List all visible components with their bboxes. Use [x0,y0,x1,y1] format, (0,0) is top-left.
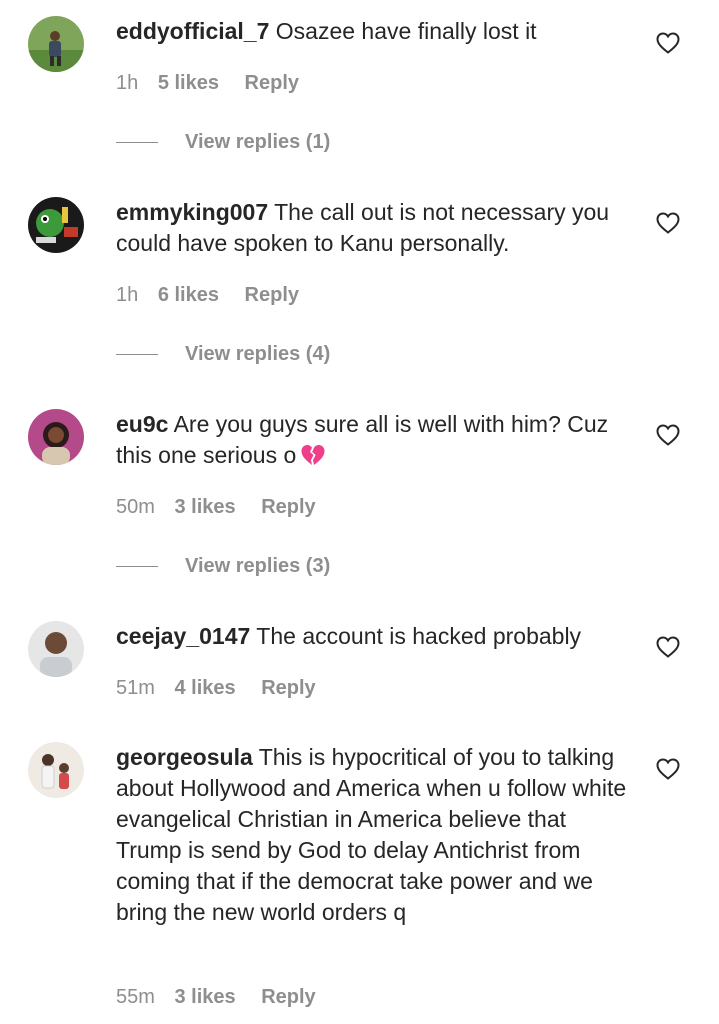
timestamp: 51m [116,677,155,699]
likes-count[interactable]: 3 likes [174,496,235,518]
likes-count[interactable]: 4 likes [174,677,235,699]
reply-button[interactable]: Reply [261,677,315,699]
likes-count[interactable]: 5 likes [158,72,219,94]
comment-meta: 50m 3 likes Reply [116,496,316,519]
reply-button[interactable]: Reply [245,284,299,306]
avatar[interactable] [28,197,84,253]
avatar-photo-icon [28,409,84,465]
timestamp: 55m [116,986,155,1008]
timestamp: 1h [116,284,139,306]
username[interactable]: ceejay_0147 [116,623,250,649]
reply-button[interactable]: Reply [261,986,315,1008]
username[interactable]: eu9c [116,411,168,437]
view-replies-label: View replies (3) [185,555,331,577]
heart-icon[interactable] [656,758,680,780]
avatar-photo-icon [28,197,84,253]
comment-text: emmyking007 The call out is not necessar… [116,197,636,259]
comment-body: Are you guys sure all is well with him? … [116,411,609,468]
avatar[interactable] [28,16,84,72]
avatar-photo-icon [28,16,84,72]
divider [116,566,158,568]
timestamp: 50m [116,496,155,518]
heart-icon[interactable] [656,636,680,658]
comment-meta: 51m 4 likes Reply [116,677,316,700]
avatar[interactable] [28,621,84,677]
heart-icon[interactable] [656,212,680,234]
broken-heart-icon [300,443,326,475]
view-replies-label: View replies (1) [185,131,331,153]
view-replies-label: View replies (4) [185,343,331,365]
comment-text: eddyofficial_7 Osazee have finally lost … [116,16,636,47]
comment-body: This is hypocritical of you to talking a… [116,744,627,925]
avatar[interactable] [28,409,84,465]
timestamp: 1h [116,72,139,94]
comment-meta: 1h 6 likes Reply [116,284,299,307]
view-replies-button[interactable]: View replies (4) [116,343,330,366]
view-replies-button[interactable]: View replies (3) [116,555,330,578]
comment-meta: 1h 5 likes Reply [116,72,299,95]
reply-button[interactable]: Reply [245,72,299,94]
comment-text: eu9c Are you guys sure all is well with … [116,409,636,475]
view-replies-button[interactable]: View replies (1) [116,131,330,154]
likes-count[interactable]: 3 likes [174,986,235,1008]
comment-body: The account is hacked probably [256,623,582,649]
heart-icon[interactable] [656,424,680,446]
heart-icon[interactable] [656,32,680,54]
avatar-photo-icon [28,742,84,798]
comment-text: georgeosula This is hypocritical of you … [116,742,636,928]
username[interactable]: georgeosula [116,744,253,770]
avatar[interactable] [28,742,84,798]
username[interactable]: eddyofficial_7 [116,18,269,44]
divider [116,354,158,356]
likes-count[interactable]: 6 likes [158,284,219,306]
comment-meta: 55m 3 likes Reply [116,986,316,1009]
comment-body: Osazee have finally lost it [275,18,537,44]
comment-text: ceejay_0147 The account is hacked probab… [116,621,636,652]
reply-button[interactable]: Reply [261,496,315,518]
username[interactable]: emmyking007 [116,199,268,225]
divider [116,142,158,144]
avatar-photo-icon [28,621,84,677]
